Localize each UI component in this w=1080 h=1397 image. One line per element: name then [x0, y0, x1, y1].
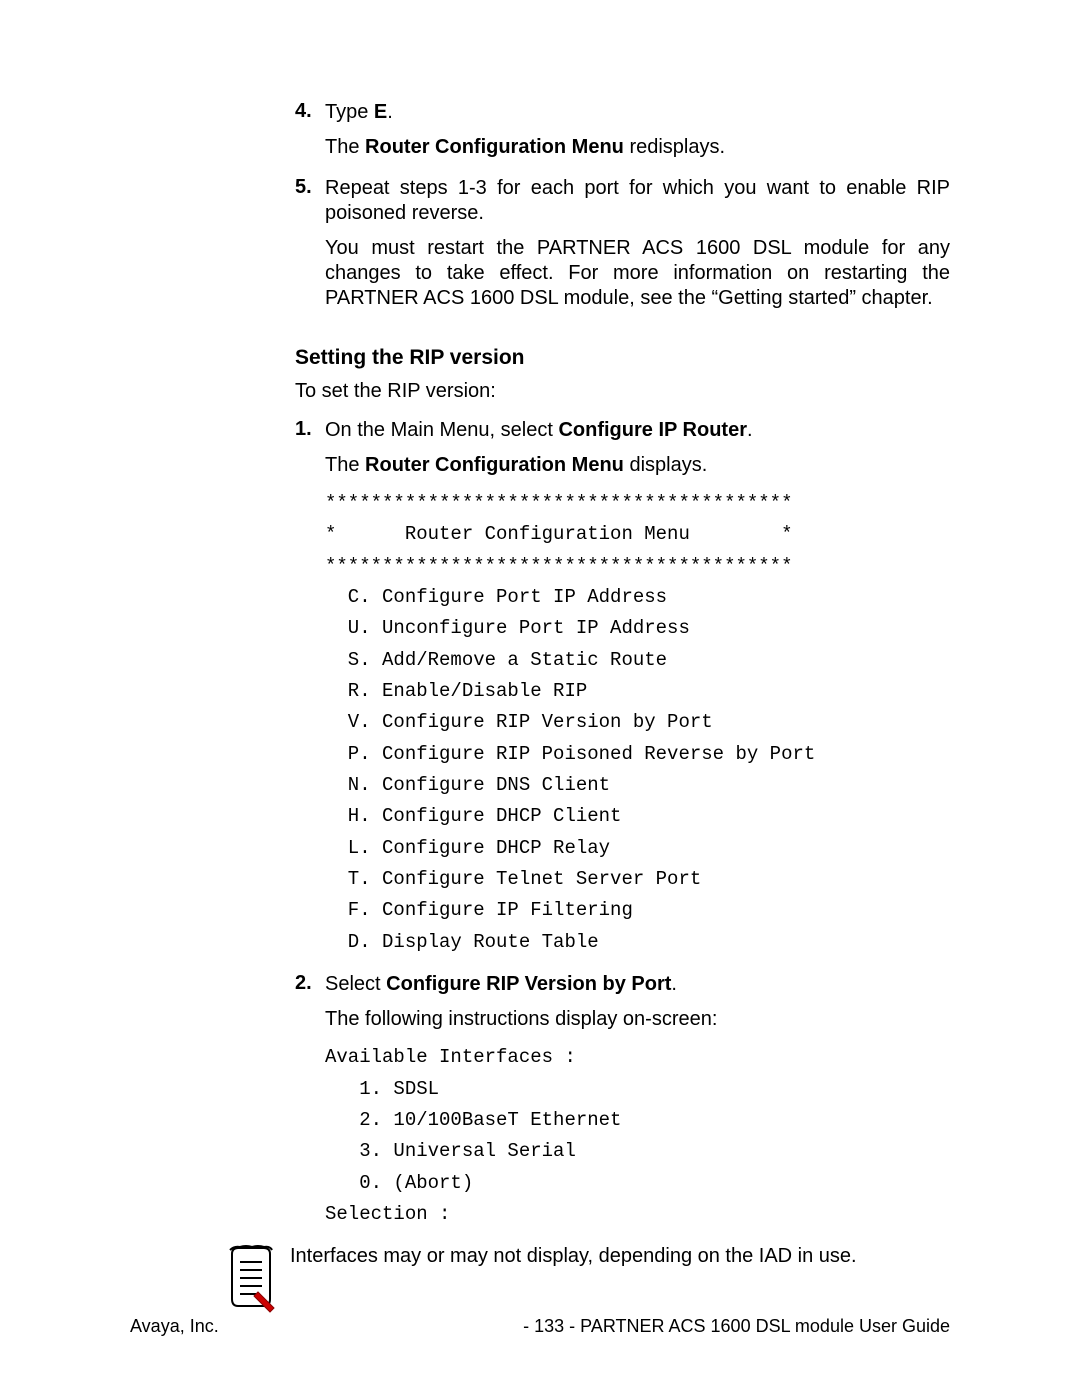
text-bold: Router Configuration Menu [365, 136, 624, 158]
step-line: The Router Configuration Menu redisplays… [325, 135, 950, 160]
step-line: You must restart the PARTNER ACS 1600 DS… [325, 236, 950, 311]
step-body: On the Main Menu, select Configure IP Ro… [325, 418, 950, 966]
note-icon [220, 1244, 290, 1314]
step-body: Select Configure RIP Version by Port. Th… [325, 972, 950, 1238]
text: The [325, 454, 365, 476]
step-line: The following instructions display on-sc… [325, 1007, 950, 1032]
step-number: 2. [295, 972, 325, 1238]
step-b2: 2. Select Configure RIP Version by Port.… [295, 972, 950, 1238]
text: On the Main Menu, select [325, 419, 558, 441]
step-line: The Router Configuration Menu displays. [325, 453, 950, 478]
text: displays. [624, 454, 707, 476]
note-row: Interfaces may or may not display, depen… [130, 1244, 950, 1314]
text-bold: Configure IP Router [558, 419, 747, 441]
text: . [747, 419, 753, 441]
step-line: Select Configure RIP Version by Port. [325, 972, 950, 997]
text: Select [325, 973, 386, 995]
router-menu-block: ****************************************… [325, 488, 950, 958]
text: redisplays. [624, 136, 725, 158]
step-line: Repeat steps 1-3 for each port for which… [325, 176, 950, 226]
step-number: 4. [295, 100, 325, 170]
footer-right: - 133 - PARTNER ACS 1600 DSL module User… [523, 1316, 950, 1337]
text-bold: Configure RIP Version by Port [386, 973, 671, 995]
step-body: Type E. The Router Configuration Menu re… [325, 100, 950, 170]
section-heading: Setting the RIP version [295, 346, 950, 370]
step-line: On the Main Menu, select Configure IP Ro… [325, 418, 950, 443]
step-5: 5. Repeat steps 1-3 for each port for wh… [295, 176, 950, 321]
step-number: 1. [295, 418, 325, 966]
text: . [387, 101, 393, 123]
page-footer: Avaya, Inc. - 133 - PARTNER ACS 1600 DSL… [130, 1316, 950, 1337]
footer-left: Avaya, Inc. [130, 1316, 219, 1337]
text-bold: Router Configuration Menu [365, 454, 624, 476]
step-4: 4. Type E. The Router Configuration Menu… [295, 100, 950, 170]
document-page: 4. Type E. The Router Configuration Menu… [0, 0, 1080, 1374]
interfaces-block: Available Interfaces : 1. SDSL 2. 10/100… [325, 1042, 950, 1230]
step-b1: 1. On the Main Menu, select Configure IP… [295, 418, 950, 966]
step-line: Type E. [325, 100, 950, 125]
step-body: Repeat steps 1-3 for each port for which… [325, 176, 950, 321]
text-bold: E [374, 101, 387, 123]
text: Type [325, 101, 374, 123]
step-number: 5. [295, 176, 325, 321]
text: . [671, 973, 677, 995]
intro-text: To set the RIP version: [295, 380, 950, 403]
note-text: Interfaces may or may not display, depen… [290, 1244, 950, 1269]
content-column: 4. Type E. The Router Configuration Menu… [295, 100, 950, 1238]
text: The [325, 136, 365, 158]
